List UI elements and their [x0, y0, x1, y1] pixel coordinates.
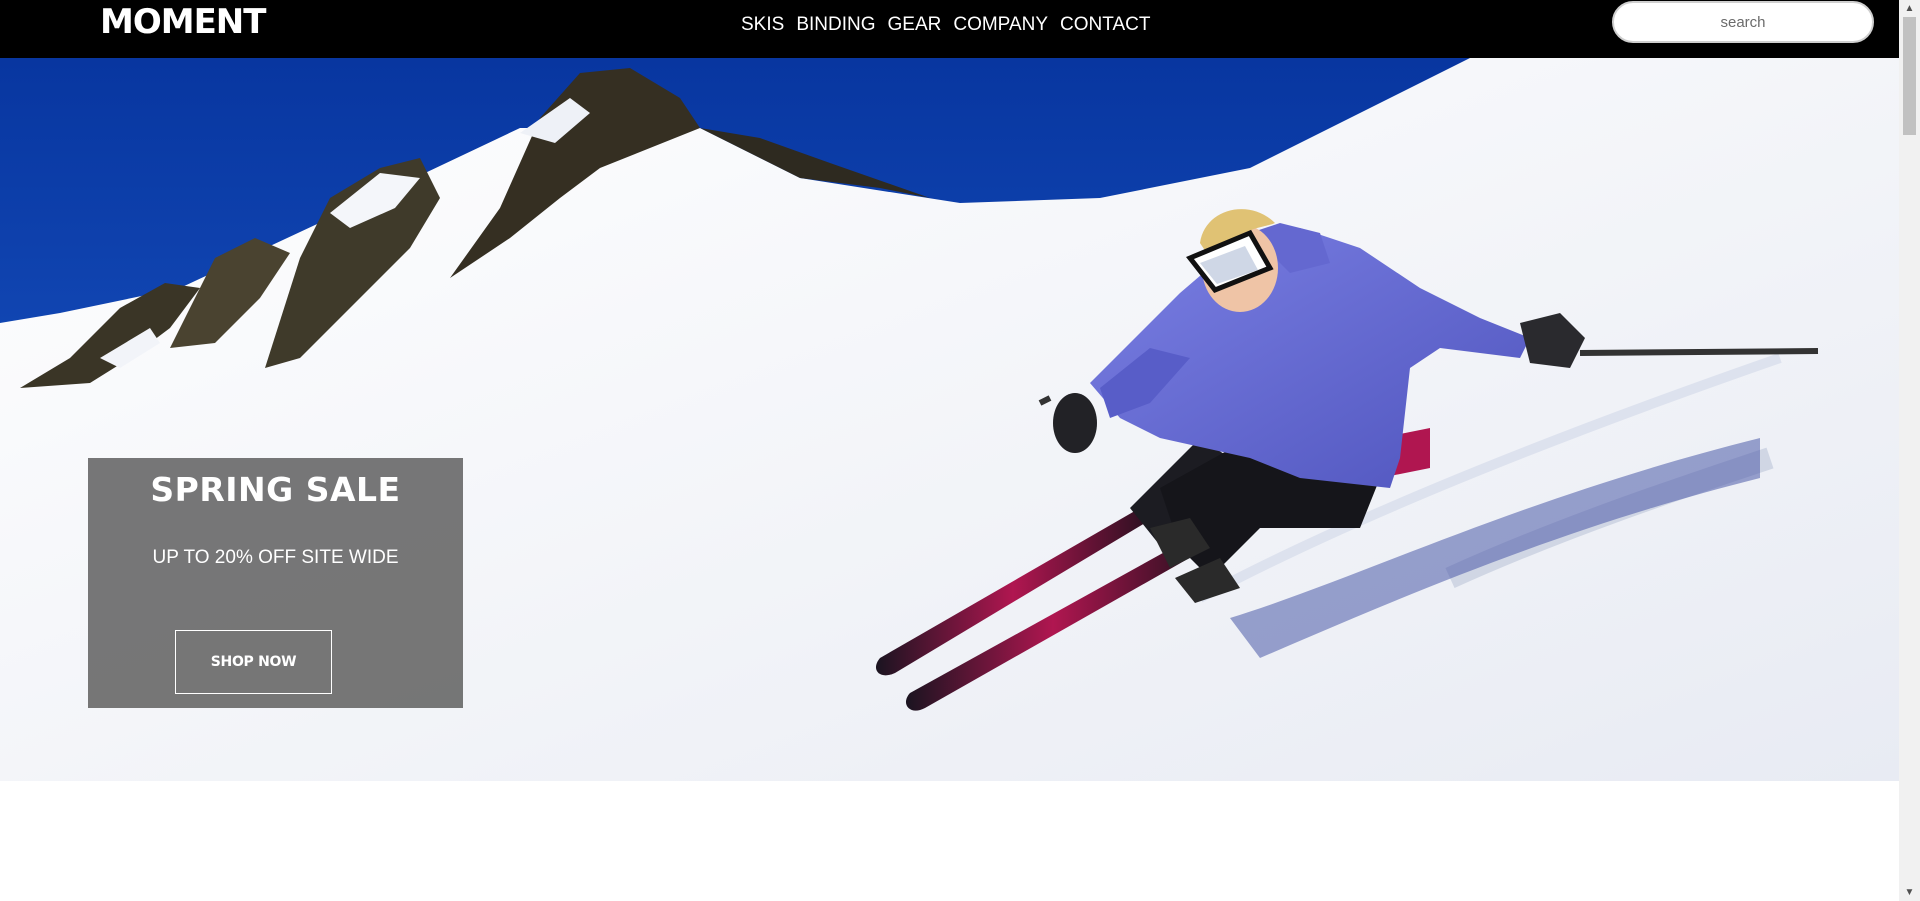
- site-header: MOMENT SKIS BINDING GEAR COMPANY CONTACT: [0, 0, 1899, 58]
- shop-now-button[interactable]: SHOP NOW: [175, 630, 332, 694]
- page-scrollbar[interactable]: ▲ ▼: [1899, 0, 1920, 901]
- promo-title: SPRING SALE: [150, 470, 401, 509]
- promo-subtitle: UP TO 20% OFF SITE WIDE: [152, 547, 399, 568]
- site-logo[interactable]: MOMENT: [100, 2, 266, 42]
- nav-item-binding[interactable]: BINDING: [796, 14, 875, 36]
- promo-box: SPRING SALE UP TO 20% OFF SITE WIDE SHOP…: [88, 458, 463, 708]
- hero-banner: SPRING SALE UP TO 20% OFF SITE WIDE SHOP…: [0, 58, 1899, 781]
- scroll-down-icon[interactable]: ▼: [1899, 884, 1920, 901]
- nav-item-contact[interactable]: CONTACT: [1060, 14, 1150, 36]
- main-nav: SKIS BINDING GEAR COMPANY CONTACT: [741, 14, 1150, 36]
- scroll-up-icon[interactable]: ▲: [1899, 0, 1920, 17]
- nav-item-gear[interactable]: GEAR: [888, 14, 942, 36]
- nav-item-skis[interactable]: SKIS: [741, 14, 784, 36]
- page: MOMENT SKIS BINDING GEAR COMPANY CONTACT: [0, 0, 1899, 901]
- search-input[interactable]: [1612, 1, 1874, 43]
- scroll-thumb[interactable]: [1903, 17, 1916, 135]
- nav-item-company[interactable]: COMPANY: [953, 14, 1048, 36]
